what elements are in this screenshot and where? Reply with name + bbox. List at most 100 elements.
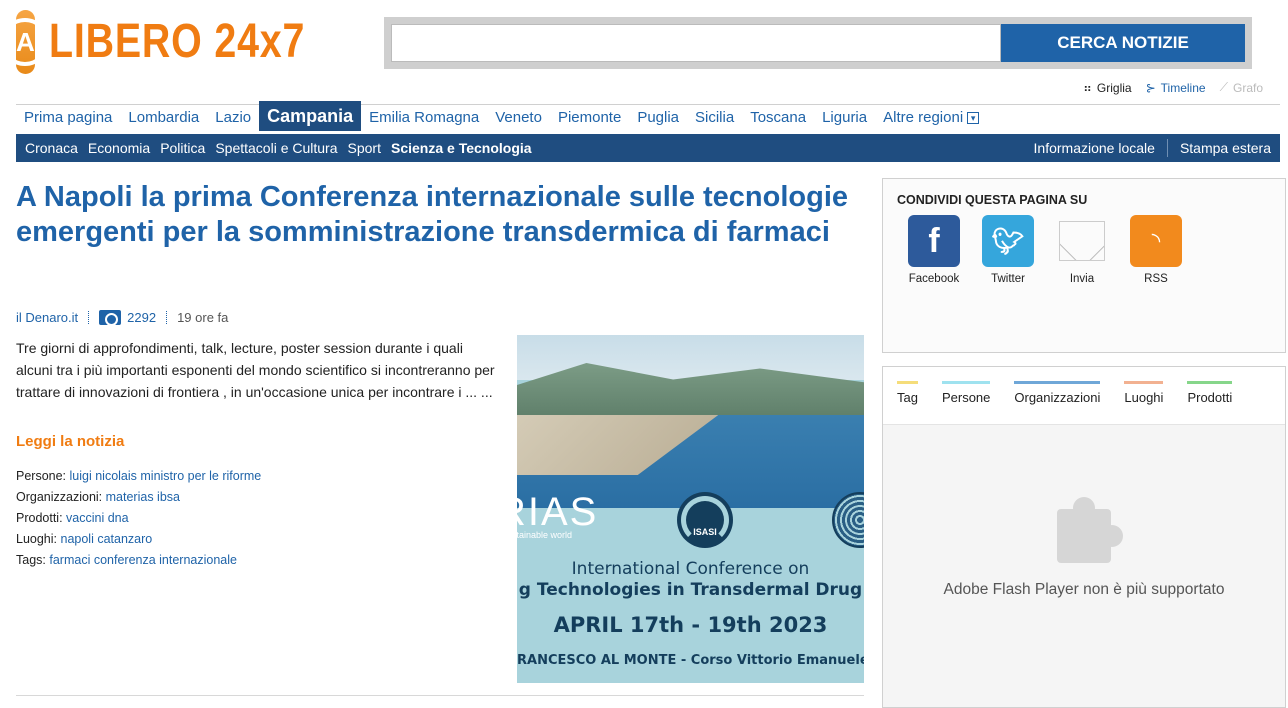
region-tab-sicilia[interactable]: Sicilia: [687, 104, 742, 131]
region-tab-liguria[interactable]: Liguria: [814, 104, 875, 131]
view-grid-label: Griglia: [1096, 80, 1132, 95]
chevron-down-icon: ▾: [967, 112, 980, 125]
graph-icon: ⟋: [1219, 80, 1228, 94]
article-tags: Persone: luigi nicolais ministro per le …: [16, 466, 261, 571]
region-tab-emilia-romagna[interactable]: Emilia Romagna: [361, 104, 487, 131]
nav-separator: [1166, 139, 1168, 157]
tag-value[interactable]: vaccini dna: [66, 511, 129, 525]
view-timeline[interactable]: ⊱ Timeline: [1146, 81, 1206, 95]
region-tab-altre-regioni[interactable]: Altre regioni ▾: [875, 104, 987, 131]
camera-icon: [99, 310, 122, 326]
tag-panel: Tag Persone Organizzazioni Luoghi Prodot…: [882, 366, 1286, 708]
tag-label: Prodotti:: [16, 511, 63, 525]
share-box: CONDIVIDI QUESTA PAGINA SU f Facebook 🐦︎…: [882, 178, 1286, 353]
tag-value[interactable]: luigi nicolais ministro per le riforme: [70, 469, 262, 483]
tag-row-persone: Persone: luigi nicolais ministro per le …: [16, 466, 261, 487]
tag-label: Luoghi:: [16, 532, 58, 546]
tag-value[interactable]: farmaci conferenza internazionale: [49, 553, 237, 567]
share-email[interactable]: Invia: [1045, 215, 1119, 285]
isasi-label: ISASI: [693, 527, 717, 537]
tag-row-luoghi: Luoghi: napoli catanzaro: [16, 529, 261, 550]
article-lead: Tre giorni di approfondimenti, talk, lec…: [16, 340, 495, 400]
flash-message: Adobe Flash Player non è più supportato: [943, 581, 1225, 598]
share-icons: f Facebook 🐦︎ Twitter Invia ◝ RSS: [897, 215, 1193, 285]
image-venue: RANCESCO AL MONTE - Corso Vittorio Emanu…: [517, 653, 864, 668]
share-facebook[interactable]: f Facebook: [897, 215, 971, 285]
region-tab-veneto[interactable]: Veneto: [487, 104, 550, 131]
share-label: Twitter: [991, 273, 1025, 285]
region-tab-toscana[interactable]: Toscana: [742, 104, 814, 131]
search-input[interactable]: [391, 24, 1001, 62]
category-cronaca[interactable]: Cronaca: [25, 140, 78, 156]
flash-placeholder: Adobe Flash Player non è più supportato: [883, 497, 1285, 599]
rss-icon: ◝: [1130, 215, 1182, 267]
search-button[interactable]: CERCA NOTIZIE: [1001, 24, 1245, 62]
region-tab-campania[interactable]: Campania: [259, 101, 362, 131]
region-tab-piemonte[interactable]: Piemonte: [550, 104, 629, 131]
image-line-2: g Technologies in Transdermal Drug: [518, 580, 863, 600]
site-logo[interactable]: A LIBERO 24x7: [1, 10, 336, 74]
timeline-icon: ⊱: [1145, 80, 1156, 95]
tag-row-prodotti: Prodotti: vaccini dna: [16, 508, 261, 529]
tag-value[interactable]: napoli catanzaro: [61, 532, 153, 546]
category-sport[interactable]: Sport: [348, 140, 381, 156]
category-nav: Cronaca Economia Politica Spettacoli e C…: [16, 134, 1280, 162]
image-line-1: International Conference on: [571, 559, 810, 579]
tab-prodotti[interactable]: Prodotti: [1187, 381, 1233, 424]
materias-logo: RIAS: [517, 490, 599, 534]
share-label: Invia: [1069, 273, 1095, 285]
article-source[interactable]: il Denaro.it: [16, 310, 78, 325]
meta-separator: [166, 311, 168, 324]
tag-value[interactable]: materias ibsa: [106, 490, 180, 504]
category-scienza-tecnologia[interactable]: Scienza e Tecnologia: [391, 140, 532, 156]
tab-luoghi[interactable]: Luoghi: [1124, 381, 1164, 424]
cnr-isasi-logo: ISASI: [677, 492, 733, 548]
tag-row-tags: Tags: farmaci conferenza internazionale: [16, 550, 261, 571]
altre-regioni-label: Altre regioni: [883, 109, 964, 126]
read-more-link[interactable]: Leggi la notizia: [16, 433, 124, 450]
tab-persone[interactable]: Persone: [941, 381, 991, 424]
image-dates: APRIL 17th - 19th 2023: [553, 613, 828, 637]
search-bar: CERCA NOTIZIE: [384, 17, 1252, 69]
view-graph-label: Grafo: [1232, 80, 1263, 95]
tab-organizzazioni[interactable]: Organizzazioni: [1014, 381, 1101, 424]
mail-icon: [1059, 221, 1105, 261]
materias-logo-sub: ustainable world: [517, 530, 573, 540]
facebook-icon: f: [908, 215, 960, 267]
category-spettacoli-cultura[interactable]: Spettacoli e Cultura: [215, 140, 337, 156]
stampa-estera-link[interactable]: Stampa estera: [1180, 140, 1271, 156]
content-divider: [16, 695, 864, 696]
share-label: Facebook: [908, 273, 960, 285]
tag-row-organizzazioni: Organizzazioni: materias ibsa: [16, 487, 261, 508]
meta-separator: [88, 311, 90, 324]
share-label: RSS: [1144, 273, 1168, 285]
region-tab-lombardia[interactable]: Lombardia: [120, 104, 207, 131]
logo-text: LIBERO 24x7: [48, 15, 305, 68]
tag-tabs: Tag Persone Organizzazioni Luoghi Prodot…: [883, 367, 1285, 425]
region-tab-lazio[interactable]: Lazio: [207, 104, 259, 131]
article-meta: il Denaro.it 2292 19 ore fa: [16, 310, 228, 326]
share-title: CONDIVIDI QUESTA PAGINA SU: [897, 193, 1088, 207]
region-tab-prima-pagina[interactable]: Prima pagina: [16, 104, 120, 131]
tab-tag[interactable]: Tag: [897, 381, 918, 424]
view-grid[interactable]: ⠶ Griglia: [1083, 81, 1131, 95]
puzzle-plugin-icon: [1057, 497, 1123, 563]
category-politica[interactable]: Politica: [160, 140, 205, 156]
share-twitter[interactable]: 🐦︎ Twitter: [971, 215, 1045, 285]
twitter-icon: 🐦︎: [982, 215, 1034, 267]
article-image[interactable]: RIAS ustainable world ISASI Internationa…: [517, 335, 864, 683]
photo-count[interactable]: 2292: [127, 310, 156, 325]
tag-label: Organizzazioni:: [16, 490, 103, 504]
grid-icon: ⠶: [1083, 80, 1092, 95]
article-title[interactable]: A Napoli la prima Conferenza internazion…: [16, 180, 856, 250]
share-rss[interactable]: ◝ RSS: [1119, 215, 1193, 285]
category-economia[interactable]: Economia: [88, 140, 150, 156]
view-switcher: ⠶ Griglia ⊱ Timeline ⟋ Grafo: [1083, 80, 1263, 95]
view-graph: ⟋ Grafo: [1220, 80, 1263, 95]
informazione-locale-link[interactable]: Informazione locale: [1034, 140, 1155, 156]
tag-label: Tags:: [16, 553, 46, 567]
region-nav: Prima pagina Lombardia Lazio Campania Em…: [16, 101, 1280, 131]
region-tab-puglia[interactable]: Puglia: [629, 104, 687, 131]
view-timeline-label: Timeline: [1160, 80, 1206, 95]
tag-label: Persone:: [16, 469, 67, 483]
